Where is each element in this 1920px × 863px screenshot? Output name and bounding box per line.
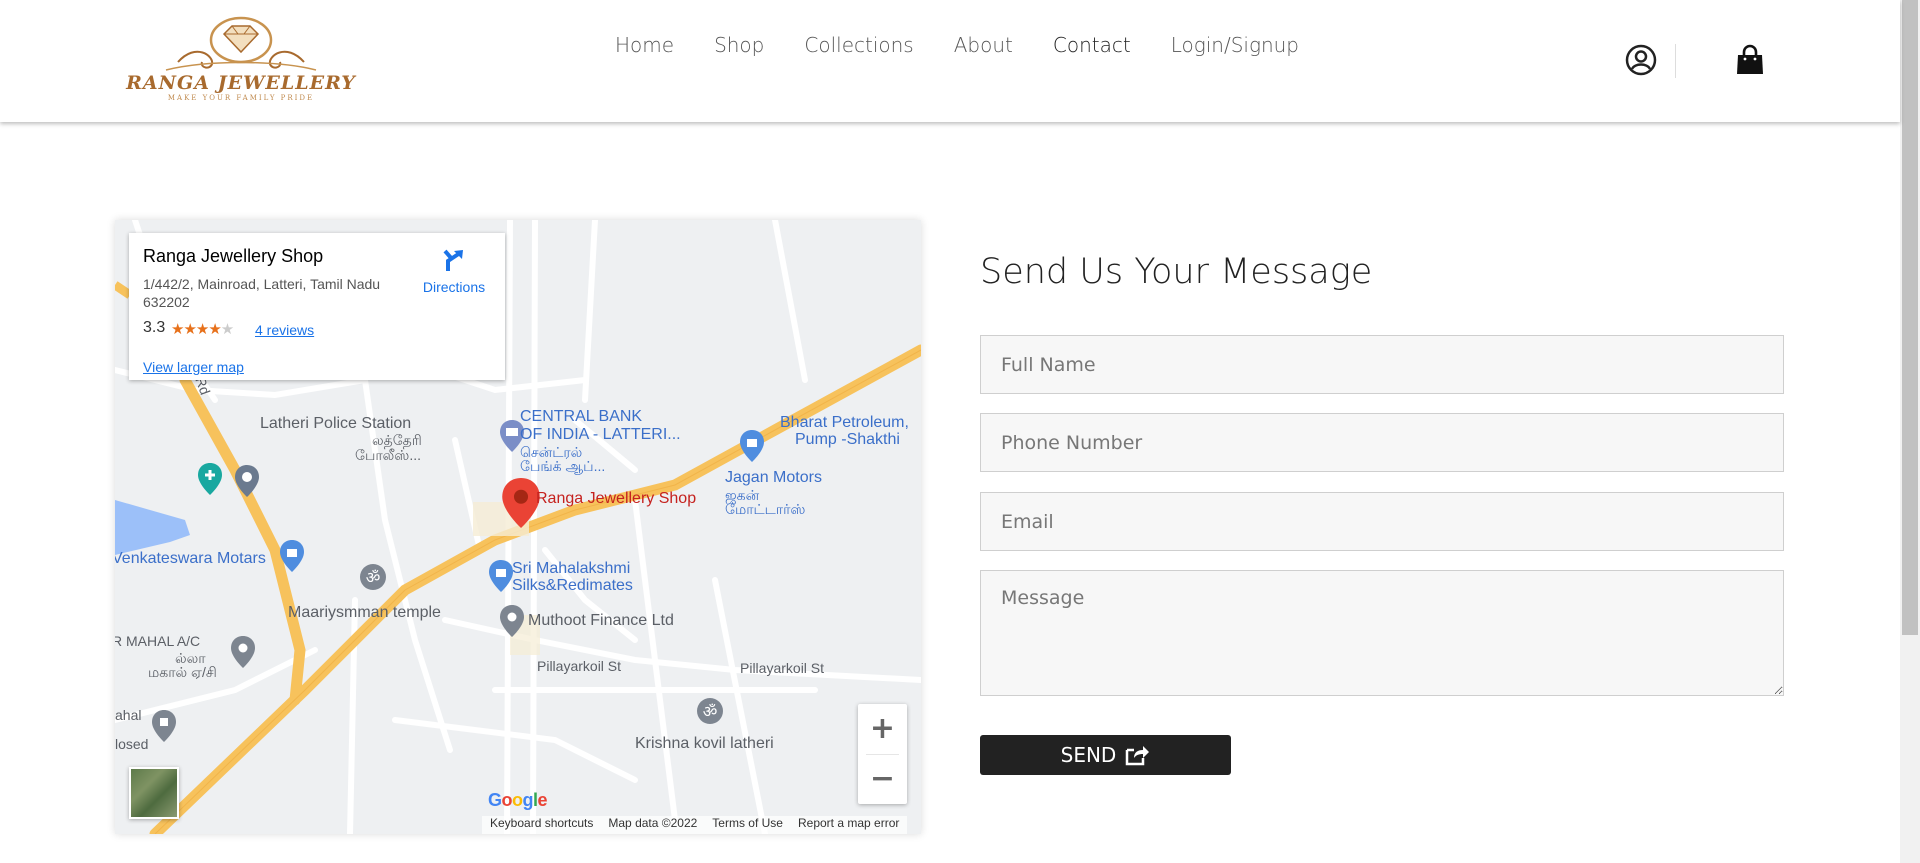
shop-location-pin-icon[interactable]: [501, 478, 541, 528]
directions-label: Directions: [422, 279, 486, 295]
zoom-controls: + −: [858, 704, 907, 804]
svg-text:ॐ: ॐ: [366, 568, 381, 587]
map-label-police-ta2: போலீஸ்...: [355, 447, 422, 463]
send-button[interactable]: SEND: [980, 735, 1231, 775]
report-map-error-link[interactable]: Report a map error: [798, 816, 899, 834]
site-header: RANGA JEWELLERY MAKE YOUR FAMILY PRIDE H…: [0, 0, 1900, 122]
map-label-jagan-ta2: மோட்டார்ஸ்: [725, 501, 806, 517]
map-label-bank2: OF INDIA - LATTERI...: [520, 426, 681, 443]
map-label-petrol1: Bharat Petroleum,: [780, 414, 909, 431]
finance-pin-icon[interactable]: [500, 605, 524, 637]
map-label-pillayar1: Pillayarkoil St: [537, 658, 622, 674]
nav-collections[interactable]: Collections: [804, 33, 913, 57]
map-label-mahal-ta2: மகால் ஏ/சி: [148, 664, 217, 680]
map-label-mahal: R MAHAL A/C: [115, 633, 201, 649]
map-attribution: Keyboard shortcuts Map data ©2022 Terms …: [482, 816, 908, 834]
reviews-link[interactable]: 4 reviews: [255, 322, 314, 338]
map-data-text: Map data ©2022: [608, 816, 698, 830]
nav-contact[interactable]: Contact: [1053, 33, 1131, 57]
send-label: SEND: [1060, 743, 1117, 767]
brand-tagline: MAKE YOUR FAMILY PRIDE: [167, 94, 315, 102]
place-name: Ranga Jewellery Shop: [143, 246, 324, 266]
map-label-krishna: Krishna kovil latheri: [635, 735, 774, 752]
page-scrollbar-thumb[interactable]: [1902, 0, 1918, 635]
form-title: Send Us Your Message: [980, 252, 1373, 292]
map-label-venkat: Venkateswara Motars: [115, 550, 266, 567]
google-logo: Google: [488, 790, 548, 810]
nav-login-signup[interactable]: Login/Signup: [1171, 33, 1299, 57]
place-info-card: Ranga Jewellery Shop 1/442/2, Mainroad, …: [129, 233, 505, 380]
place-rating: 3.3: [143, 319, 166, 336]
satellite-toggle[interactable]: [129, 767, 179, 819]
directions-icon: [443, 249, 463, 271]
hall-pin-icon[interactable]: [231, 636, 255, 668]
user-circle-icon[interactable]: [1625, 44, 1657, 76]
terms-of-use-link[interactable]: Terms of Use: [712, 816, 783, 834]
map-label-silks1: Sri Mahalakshmi: [512, 560, 631, 577]
header-divider: [1675, 44, 1676, 78]
phone-number-field[interactable]: [980, 413, 1784, 472]
map-label-police: Latheri Police Station: [260, 415, 412, 432]
store-pin-icon-silks[interactable]: [489, 560, 513, 592]
brand-logo[interactable]: RANGA JEWELLERY MAKE YOUR FAMILY PRIDE: [126, 12, 356, 102]
embedded-map[interactable]: ॐ ॐ Latheri Police Station லத்தேரி போலீஸ…: [115, 220, 921, 834]
main-nav: Home Shop Collections About Contact Logi…: [615, 33, 1299, 57]
mahal-pin-icon[interactable]: [152, 710, 176, 742]
map-label-shop: Ranga Jewellery Shop: [536, 490, 697, 507]
police-pin-icon[interactable]: [235, 465, 259, 497]
map-label-ahal1: ahal: [115, 707, 142, 723]
map-label-pillayar2: Pillayarkoil St: [740, 660, 825, 676]
map-label-jagan: Jagan Motors: [725, 469, 822, 486]
place-address: 1/442/2, Mainroad, Latteri, Tamil Nadu 6…: [143, 276, 381, 310]
map-label-ahal2: losed: [115, 736, 149, 752]
diamond-logo-icon: [165, 16, 317, 71]
svg-text:ॐ: ॐ: [703, 702, 718, 721]
rating-stars-icon: ★★★★★: [171, 320, 234, 338]
zoom-out-button[interactable]: −: [858, 754, 907, 804]
shopping-pin-icon[interactable]: [740, 430, 764, 462]
email-field[interactable]: [980, 492, 1784, 551]
full-name-field[interactable]: [980, 335, 1784, 394]
temple-icon[interactable]: ॐ: [358, 562, 388, 592]
krishna-temple-icon[interactable]: ॐ: [695, 696, 725, 726]
map-label-bank-ta2: பேங்க் ஆப்...: [520, 458, 606, 474]
map-label-petrol2: Pump -Shakthi: [795, 431, 900, 448]
view-larger-map-link[interactable]: View larger map: [143, 359, 244, 375]
store-pin-icon-venkat[interactable]: [280, 540, 304, 572]
map-label-bank1: CENTRAL BANK: [520, 408, 643, 425]
zoom-in-button[interactable]: +: [858, 704, 907, 754]
share-icon: [1126, 746, 1150, 766]
hospital-pin-icon[interactable]: [198, 463, 222, 495]
nav-shop[interactable]: Shop: [714, 33, 764, 57]
keyboard-shortcuts-link[interactable]: Keyboard shortcuts: [490, 816, 593, 834]
directions-button[interactable]: Directions: [414, 247, 494, 295]
brand-name: RANGA JEWELLERY: [126, 72, 356, 94]
message-field[interactable]: [980, 570, 1784, 696]
map-label-muthoot: Muthoot Finance Ltd: [528, 612, 674, 629]
map-label-temple: Maariysmman temple: [288, 604, 441, 621]
nav-home[interactable]: Home: [615, 33, 674, 57]
nav-about[interactable]: About: [954, 33, 1013, 57]
map-label-silks2: Silks&Redimates: [512, 577, 633, 594]
shopping-bag-icon[interactable]: [1735, 44, 1765, 76]
